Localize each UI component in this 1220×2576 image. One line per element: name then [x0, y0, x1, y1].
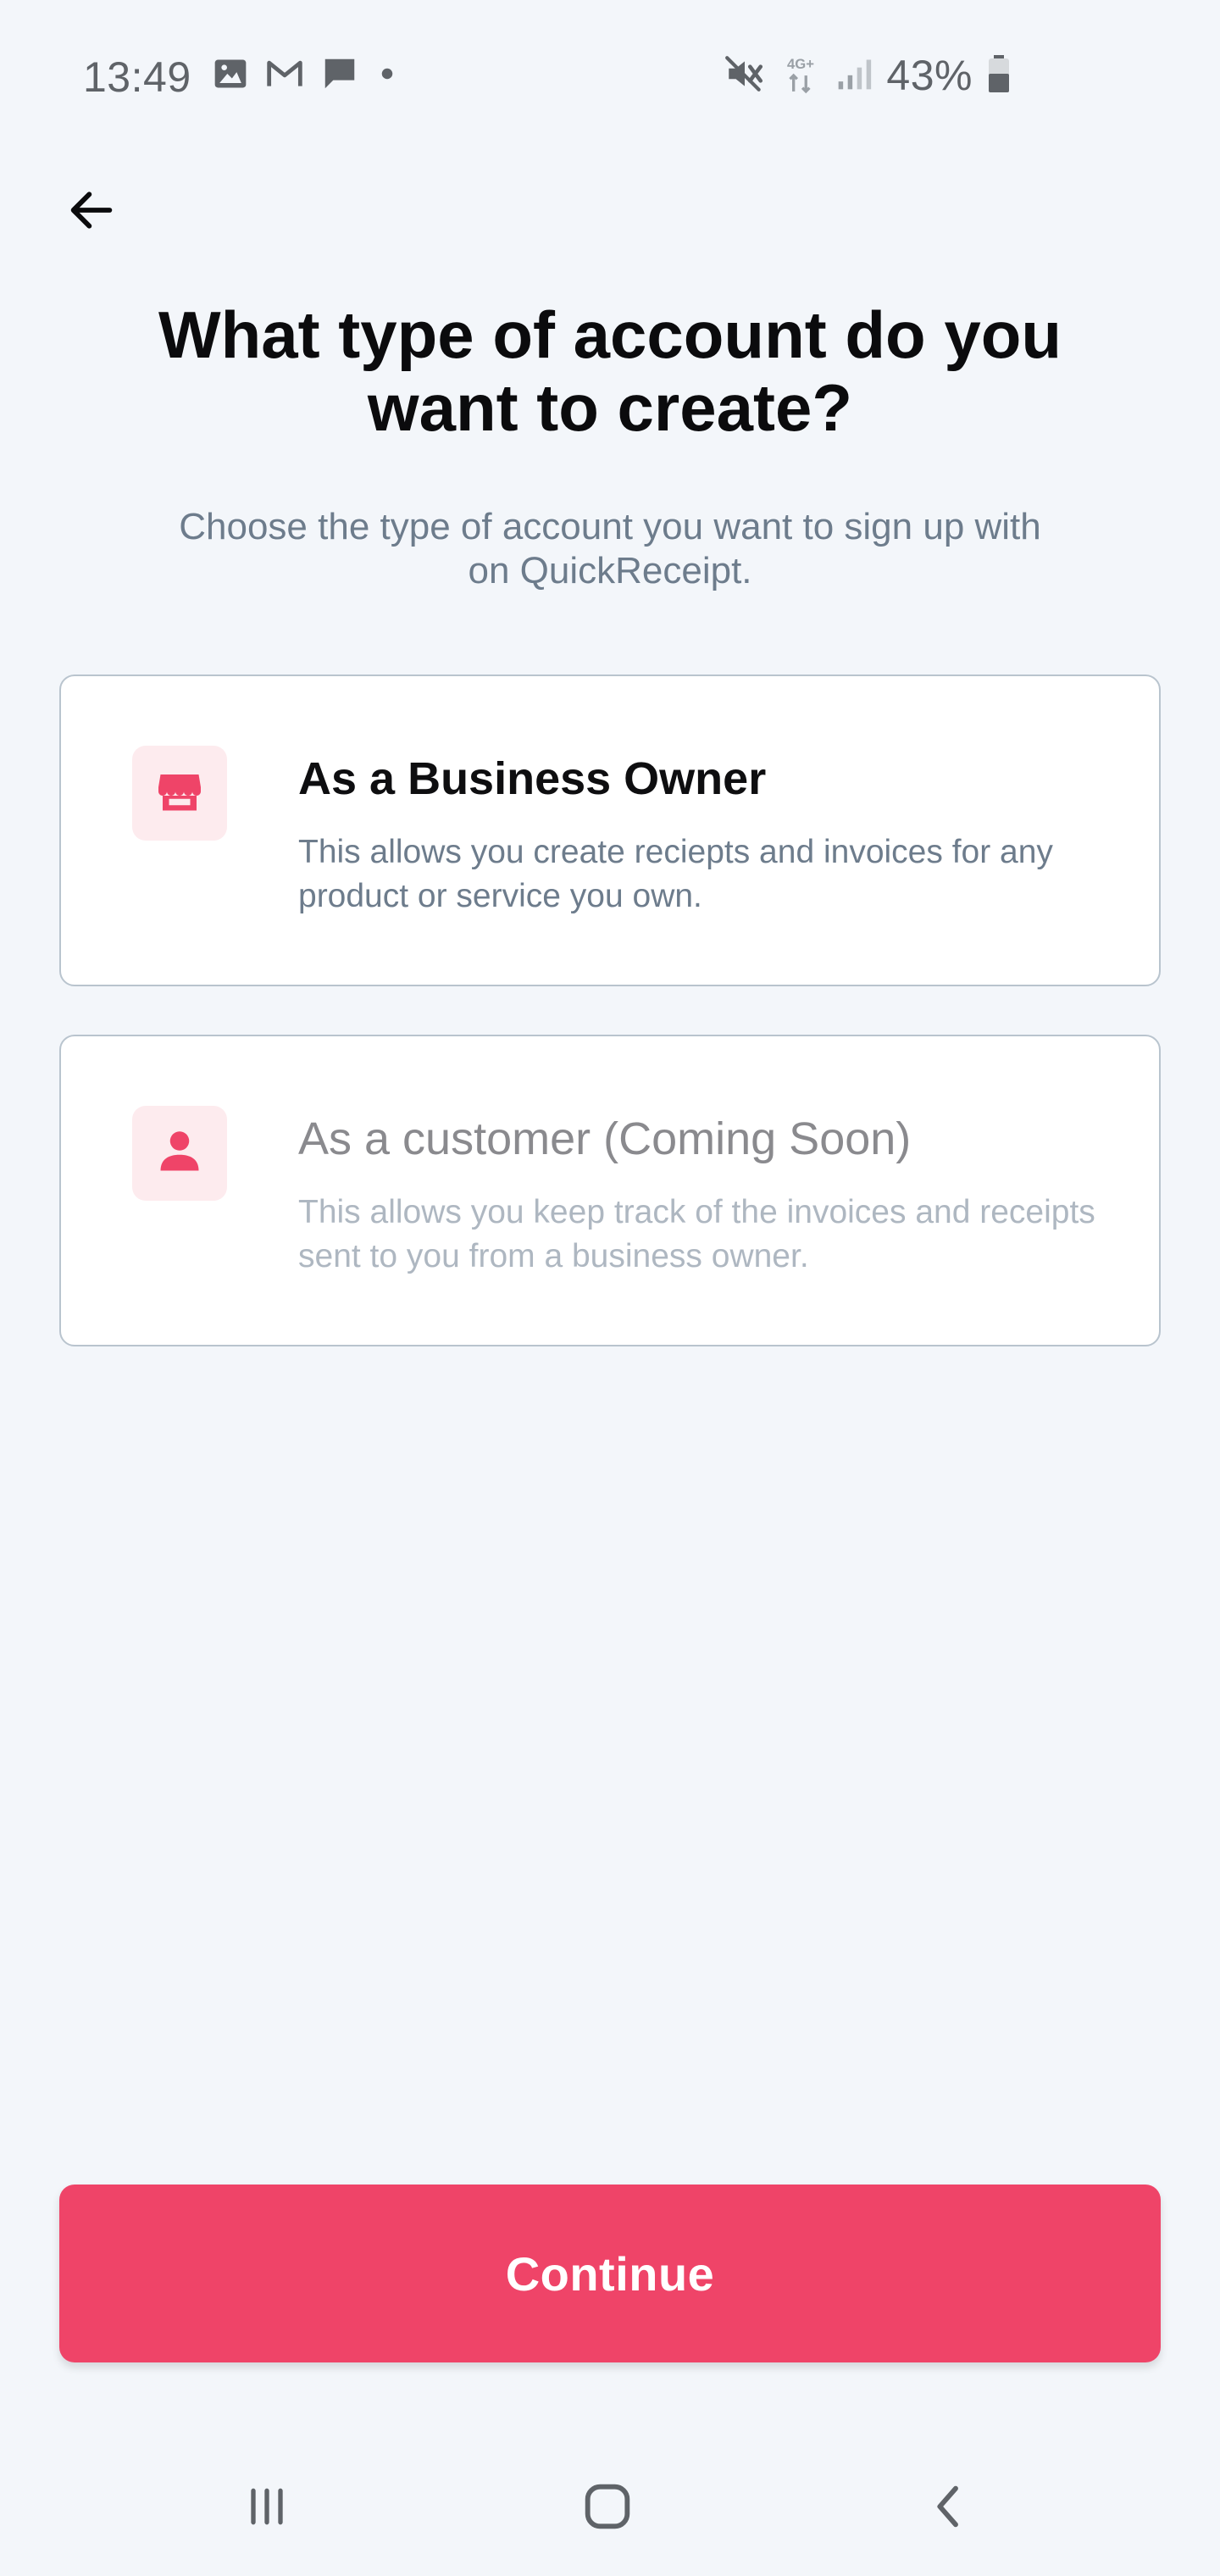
system-nav-bar [0, 2440, 1220, 2576]
customer-option-description: This allows you keep track of the invoic… [298, 1194, 1095, 1274]
continue-button[interactable]: Continue [59, 2185, 1161, 2362]
arrow-left-icon [64, 183, 119, 242]
signal-icon [835, 55, 873, 97]
customer-option-title: As a customer (Coming Soon) [298, 1113, 912, 1164]
person-icon [154, 1126, 205, 1181]
network-4g-icon: 4G+ [779, 53, 822, 99]
mute-icon [724, 53, 766, 99]
battery-percentage: 43% [886, 52, 973, 99]
home-button[interactable] [557, 2457, 658, 2559]
business-icon-box [132, 746, 227, 841]
storefront-icon [154, 766, 205, 821]
recents-icon [240, 2479, 294, 2538]
gallery-icon [212, 55, 249, 97]
battery-icon [986, 53, 1012, 98]
business-option-title: As a Business Owner [298, 753, 767, 804]
message-icon [320, 54, 359, 97]
business-owner-option[interactable]: As a Business Owner This allows you crea… [59, 675, 1161, 986]
recents-button[interactable] [216, 2457, 318, 2559]
status-bar: 13:49 4G+ 43% [0, 0, 1220, 153]
status-time: 13:49 [83, 53, 191, 101]
back-button[interactable] [49, 169, 134, 254]
page-title: What type of account do you want to crea… [158, 297, 1062, 445]
page-subtitle: Choose the type of account you want to s… [179, 506, 1041, 591]
back-icon [922, 2479, 976, 2538]
dot-icon [374, 61, 400, 91]
gmail-icon [264, 55, 305, 97]
svg-text:4G+: 4G+ [787, 55, 814, 71]
business-option-description: This allows you create reciepts and invo… [298, 834, 1053, 914]
status-system-icons: 4G+ 43% [724, 51, 1012, 100]
home-icon [578, 2477, 637, 2540]
nav-back-button[interactable] [898, 2457, 1000, 2559]
customer-icon-box [132, 1106, 227, 1201]
account-type-screen: 13:49 4G+ 43% What type of account do yo… [0, 0, 1220, 2576]
customer-option[interactable]: As a customer (Coming Soon) This allows … [59, 1035, 1161, 1346]
status-notification-icons [212, 54, 400, 97]
